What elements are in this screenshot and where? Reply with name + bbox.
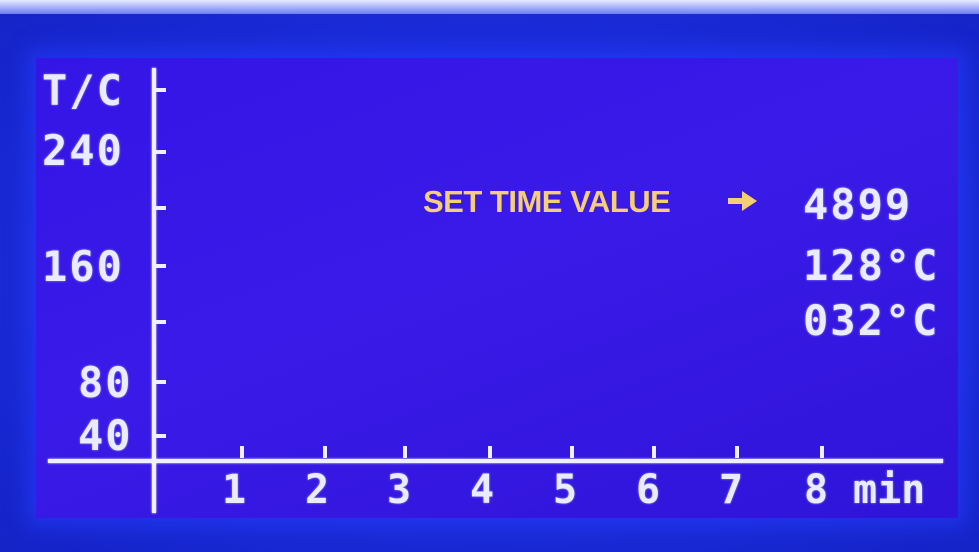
set-time-value-annotation: SET TIME VALUE: [423, 184, 671, 219]
x-tick-label-8: 8: [804, 467, 831, 513]
temperature-reading-2: 032°C: [803, 296, 940, 345]
x-tick: [403, 446, 407, 458]
arrow-right-icon: [728, 191, 757, 211]
x-tick: [240, 446, 244, 458]
y-tick: [156, 150, 166, 154]
x-tick-label-5: 5: [553, 467, 580, 513]
y-tick-label-160: 160: [42, 242, 124, 291]
x-tick: [735, 446, 739, 458]
bezel-top-edge: [0, 0, 979, 14]
y-tick: [156, 88, 166, 92]
x-axis-unit-label: min: [853, 467, 926, 513]
y-tick-label-40: 40: [78, 411, 133, 460]
y-tick-label-240: 240: [42, 126, 124, 175]
x-tick-label-7: 7: [719, 467, 746, 513]
y-tick-label-80: 80: [78, 358, 133, 407]
x-tick: [652, 446, 656, 458]
y-axis-unit-label: T/C: [42, 66, 124, 115]
x-tick: [488, 446, 492, 458]
x-tick: [323, 446, 327, 458]
y-axis-line: [152, 68, 156, 513]
x-tick-label-4: 4: [470, 467, 497, 513]
y-tick: [156, 264, 166, 268]
x-axis-line: [48, 459, 943, 463]
x-tick-label-3: 3: [387, 467, 414, 513]
y-tick: [156, 206, 166, 210]
x-tick-label-6: 6: [636, 467, 663, 513]
x-tick-label-2: 2: [305, 467, 332, 513]
y-tick: [156, 434, 166, 438]
x-tick: [820, 446, 824, 458]
y-tick: [156, 380, 166, 384]
x-tick: [570, 446, 574, 458]
y-tick: [156, 320, 166, 324]
time-value-reading: 4899: [803, 180, 913, 229]
temperature-reading-1: 128°C: [803, 241, 940, 290]
x-tick-label-1: 1: [222, 467, 249, 513]
